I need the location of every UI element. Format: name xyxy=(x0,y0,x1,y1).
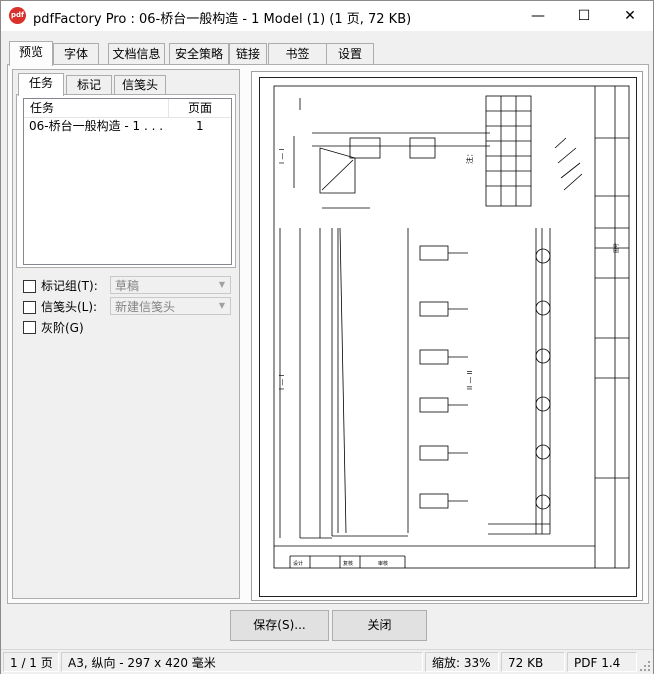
stamp-2: 复核 xyxy=(343,560,353,567)
markgroup-value: 草稿 xyxy=(115,279,140,293)
maximize-icon: ☐ xyxy=(577,8,591,24)
column-header-job[interactable]: 任务 xyxy=(24,99,169,117)
resize-grip-icon[interactable] xyxy=(639,660,651,672)
chevron-down-icon: ▼ xyxy=(218,301,226,310)
tab-bookmarks[interactable]: 书签 xyxy=(268,43,327,64)
grayscale-label: 灰阶(G) xyxy=(41,321,84,335)
chevron-down-icon: ▼ xyxy=(218,280,226,289)
app-window: pdf pdfFactory Pro : 06-桥台一般构造 - 1 Model… xyxy=(0,0,654,674)
tab-doc-info[interactable]: 文档信息 xyxy=(108,43,165,64)
save-button[interactable]: 保存(S)... xyxy=(230,610,329,641)
letterhead-value: 新建信笺头 xyxy=(115,300,176,314)
tab-security[interactable]: 安全策略 xyxy=(169,43,229,64)
tab-settings[interactable]: 设置 xyxy=(326,43,374,64)
job-name: 06-桥台一般构造 - 1 . . . xyxy=(29,119,164,133)
job-list[interactable]: 任务 页面 06-桥台一般构造 - 1 . . . 1 xyxy=(23,98,232,265)
maximize-button[interactable]: ☐ xyxy=(561,1,607,31)
markgroup-select[interactable]: 草稿 ▼ xyxy=(110,276,231,294)
pdf-app-icon: pdf xyxy=(9,7,26,24)
subtab-marks[interactable]: 标记 xyxy=(66,75,112,95)
notes-title: 注： xyxy=(465,150,474,164)
section-label-1: I — I xyxy=(278,148,286,164)
subtab-letterhead[interactable]: 信笺头 xyxy=(114,75,166,95)
section-label-3: II — II xyxy=(466,370,474,390)
tab-preview[interactable]: 预览 xyxy=(9,41,53,66)
grayscale-checkbox[interactable] xyxy=(23,321,36,334)
list-item[interactable]: 06-桥台一般构造 - 1 . . . 1 xyxy=(24,118,231,135)
status-bar: 1 / 1 页 A3, 纵向 - 297 x 420 毫米 缩放: 33% 72… xyxy=(1,649,653,674)
stamp-4: 图号 xyxy=(614,243,620,253)
markgroup-checkbox[interactable] xyxy=(23,280,36,293)
stamp-3: 审核 xyxy=(378,560,388,567)
letterhead-label: 信笺头(L): xyxy=(41,300,98,314)
markgroup-label: 标记组(T): xyxy=(41,279,98,293)
job-pages: 1 xyxy=(196,119,204,133)
letterhead-checkbox[interactable] xyxy=(23,301,36,314)
close-window-button[interactable]: ✕ xyxy=(607,1,653,31)
status-zoom: 缩放: 33% xyxy=(425,652,499,672)
close-button[interactable]: 关闭 xyxy=(332,610,427,641)
page-thumbnail[interactable]: I — I I — I II — II 注： 设计 复核 审核 图号 xyxy=(259,77,637,597)
status-page: 1 / 1 页 xyxy=(3,652,59,672)
engineering-drawing: I — I I — I II — II 注： 设计 复核 审核 图号 xyxy=(273,85,630,569)
title-bar[interactable]: pdf pdfFactory Pro : 06-桥台一般构造 - 1 Model… xyxy=(1,1,653,31)
stamp-1: 设计 xyxy=(293,560,303,567)
minimize-icon: — xyxy=(531,8,545,24)
column-header-pages[interactable]: 页面 xyxy=(169,99,231,117)
status-pdf-version: PDF 1.4 xyxy=(567,652,637,672)
tab-links[interactable]: 链接 xyxy=(229,43,267,64)
window-title: pdfFactory Pro : 06-桥台一般构造 - 1 Model (1)… xyxy=(33,12,412,27)
letterhead-select[interactable]: 新建信笺头 ▼ xyxy=(110,297,231,315)
status-paper: A3, 纵向 - 297 x 420 毫米 xyxy=(61,652,423,672)
subtab-jobs[interactable]: 任务 xyxy=(18,73,64,96)
minimize-button[interactable]: — xyxy=(515,1,561,31)
tab-fonts[interactable]: 字体 xyxy=(53,43,99,64)
job-list-header: 任务 页面 xyxy=(24,99,231,118)
close-icon: ✕ xyxy=(624,8,636,24)
section-label-2: I — I xyxy=(278,374,286,390)
status-size: 72 KB xyxy=(501,652,565,672)
